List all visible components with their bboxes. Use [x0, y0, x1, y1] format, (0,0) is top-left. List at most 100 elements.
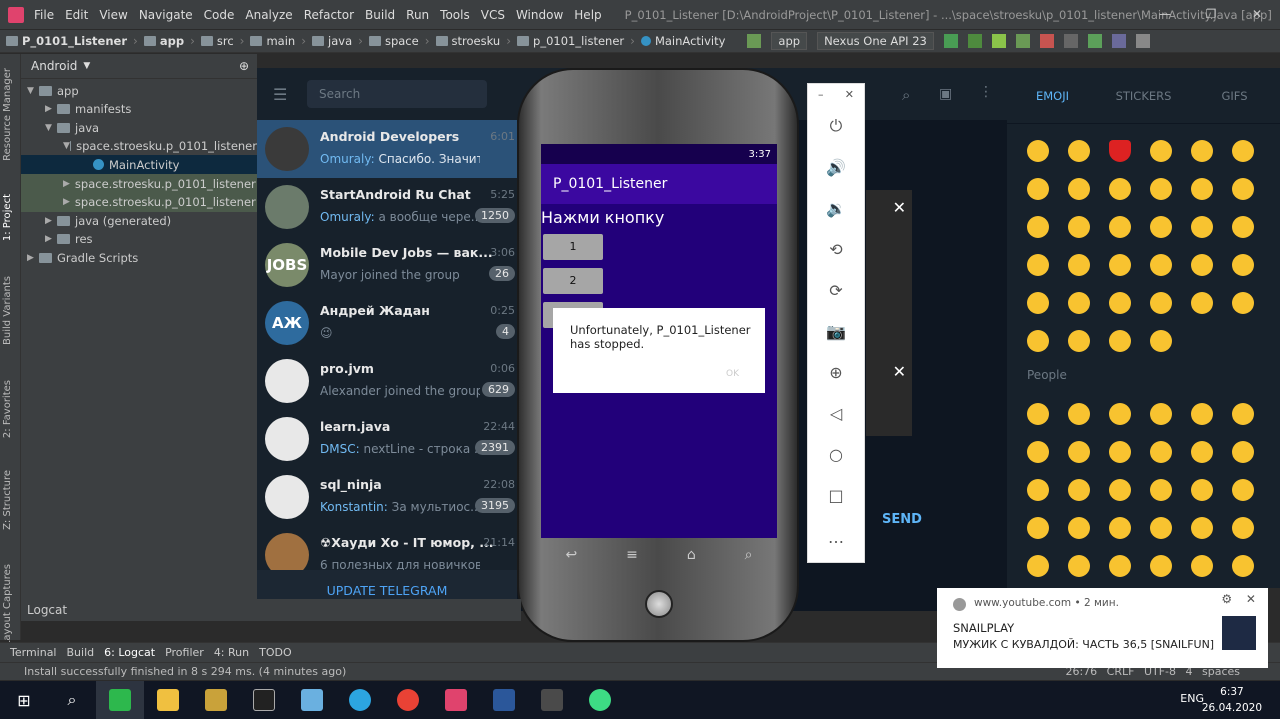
- project-view-select[interactable]: Android ▼ ⊕: [21, 54, 257, 79]
- emoji-icon[interactable]: [1068, 140, 1090, 162]
- tab-profiler[interactable]: Profiler: [165, 646, 204, 659]
- emoji-icon[interactable]: [1150, 254, 1172, 276]
- taskbar-android-studio[interactable]: [576, 681, 624, 719]
- notification-toast[interactable]: www.youtube.com • 2 мин. ⚙ ✕ SNAILPLAY М…: [937, 588, 1268, 668]
- search-input[interactable]: Search: [307, 80, 487, 108]
- menu-refactor[interactable]: Refactor: [304, 8, 354, 22]
- sidebar-toggle-icon[interactable]: ▣: [939, 86, 952, 102]
- emoji-icon[interactable]: [1109, 216, 1131, 238]
- chat-list-item[interactable]: StartAndroid Ru Chat 5:25 Omuraly: а вообщ…: [257, 178, 517, 236]
- project-tree-item[interactable]: ▶ Gradle Scripts: [21, 248, 257, 267]
- emoji-icon[interactable]: [1109, 254, 1131, 276]
- emoji-icon[interactable]: [1068, 441, 1090, 463]
- tab-terminal[interactable]: Terminal: [10, 646, 57, 659]
- debug-icon[interactable]: [991, 34, 1006, 48]
- project-tree-item[interactable]: MainActivity: [21, 155, 257, 175]
- emoji-icon[interactable]: [1191, 479, 1213, 501]
- emoji-icon[interactable]: [1109, 555, 1131, 577]
- menu-edit[interactable]: Edit: [65, 8, 88, 22]
- breadcrumb-src[interactable]: src: [200, 34, 234, 48]
- device-select[interactable]: Nexus One API 23: [817, 32, 934, 50]
- taskbar-app[interactable]: [96, 681, 144, 719]
- search-icon[interactable]: [1135, 34, 1150, 48]
- emoji-icon[interactable]: [1191, 441, 1213, 463]
- avd-manager-icon[interactable]: [1087, 34, 1102, 48]
- emoji-icon[interactable]: [1109, 517, 1131, 539]
- home-icon[interactable]: ⌂: [687, 547, 696, 563]
- expand-arrow-icon[interactable]: ▶: [45, 216, 57, 226]
- tab-favorites[interactable]: 2: Favorites: [2, 380, 13, 438]
- volume-up-icon[interactable]: 🔊: [808, 158, 864, 177]
- more-options-icon[interactable]: ⋮: [979, 84, 993, 100]
- emoji-icon[interactable]: [1232, 555, 1254, 577]
- trackball-button[interactable]: [645, 590, 673, 618]
- taskbar-sublime[interactable]: [528, 681, 576, 719]
- project-tree-item[interactable]: ▶ manifests: [21, 100, 257, 119]
- emoji-icon[interactable]: [1191, 403, 1213, 425]
- emoji-icon[interactable]: [1109, 403, 1131, 425]
- module-select[interactable]: app: [771, 32, 808, 50]
- menu-build[interactable]: Build: [365, 8, 395, 22]
- emoji-icon[interactable]: [1150, 517, 1172, 539]
- more-icon[interactable]: …: [808, 528, 864, 547]
- emoji-icon[interactable]: [1068, 254, 1090, 276]
- emoji-icon[interactable]: [1191, 140, 1213, 162]
- breadcrumb-space[interactable]: space: [368, 34, 419, 48]
- chat-list-item[interactable]: JOBS Mobile Dev Jobs — вак... 3:06 Mayor j…: [257, 236, 517, 294]
- taskbar-app2[interactable]: [288, 681, 336, 719]
- taskbar-word[interactable]: [480, 681, 528, 719]
- emoji-icon[interactable]: [1150, 292, 1172, 314]
- rotate-right-icon[interactable]: ⟳: [808, 281, 864, 300]
- expand-arrow-icon[interactable]: ▼: [63, 141, 70, 151]
- menu-tools[interactable]: Tools: [440, 8, 470, 22]
- emoji-icon[interactable]: [1232, 403, 1254, 425]
- button-1[interactable]: 1: [543, 234, 603, 260]
- expand-arrow-icon[interactable]: ▼: [27, 86, 39, 96]
- emoji-icon[interactable]: [1232, 479, 1254, 501]
- menu-navigate[interactable]: Navigate: [139, 8, 193, 22]
- rotate-left-icon[interactable]: ⟲: [808, 240, 864, 259]
- emoji-icon[interactable]: [1109, 178, 1131, 200]
- emoji-icon[interactable]: [1191, 555, 1213, 577]
- tab-structure[interactable]: Z: Structure: [2, 470, 13, 530]
- toast-controls[interactable]: ⚙ ✕: [1221, 592, 1256, 606]
- emoji-icon[interactable]: [1232, 441, 1254, 463]
- emoji-icon[interactable]: [1191, 254, 1213, 276]
- emoji-icon[interactable]: [1150, 441, 1172, 463]
- project-tree-item[interactable]: ▼ app: [21, 81, 257, 100]
- menu-icon[interactable]: ≡: [626, 547, 638, 563]
- language-indicator[interactable]: ENG: [1180, 692, 1204, 705]
- tab-run[interactable]: 4: Run: [214, 646, 249, 659]
- hammer-icon[interactable]: [747, 34, 762, 48]
- profile-icon[interactable]: [1015, 34, 1030, 48]
- emoji-icon[interactable]: [1150, 330, 1172, 352]
- emoji-icon[interactable]: [1191, 178, 1213, 200]
- expand-arrow-icon[interactable]: ▶: [63, 197, 70, 207]
- emoji-icon[interactable]: [1027, 216, 1049, 238]
- menu-help[interactable]: Help: [574, 8, 601, 22]
- expand-arrow-icon[interactable]: ▼: [45, 123, 57, 133]
- taskbar-explorer[interactable]: [144, 681, 192, 719]
- chat-list-item[interactable]: Android Developers 6:01 Omuraly: Спасибо. …: [257, 120, 517, 178]
- emoji-icon[interactable]: [1068, 292, 1090, 314]
- breadcrumb-app[interactable]: app: [143, 34, 184, 48]
- breadcrumb-java[interactable]: java: [312, 34, 352, 48]
- close-icon[interactable]: ✕: [893, 362, 906, 381]
- emoji-icon[interactable]: [1109, 292, 1131, 314]
- emoji-icon[interactable]: [1150, 178, 1172, 200]
- project-tree-item[interactable]: ▶ space.stroesku.p_0101_listener (an: [21, 174, 257, 193]
- menu-vcs[interactable]: VCS: [481, 8, 505, 22]
- taskbar-telegram[interactable]: [336, 681, 384, 719]
- back-icon[interactable]: ◁: [808, 404, 864, 423]
- emoji-icon[interactable]: [1027, 555, 1049, 577]
- emoji-icon[interactable]: [1150, 216, 1172, 238]
- volume-down-icon[interactable]: 🔉: [808, 199, 864, 218]
- button-2[interactable]: 2: [543, 268, 603, 294]
- menu-run[interactable]: Run: [406, 8, 429, 22]
- emoji-icon[interactable]: [1109, 479, 1131, 501]
- emoji-icon[interactable]: [1109, 140, 1131, 162]
- tab-project[interactable]: 1: Project: [2, 194, 13, 241]
- emoji-icon[interactable]: [1150, 140, 1172, 162]
- emoji-icon[interactable]: [1150, 479, 1172, 501]
- tab-build-variants[interactable]: Build Variants: [2, 276, 13, 345]
